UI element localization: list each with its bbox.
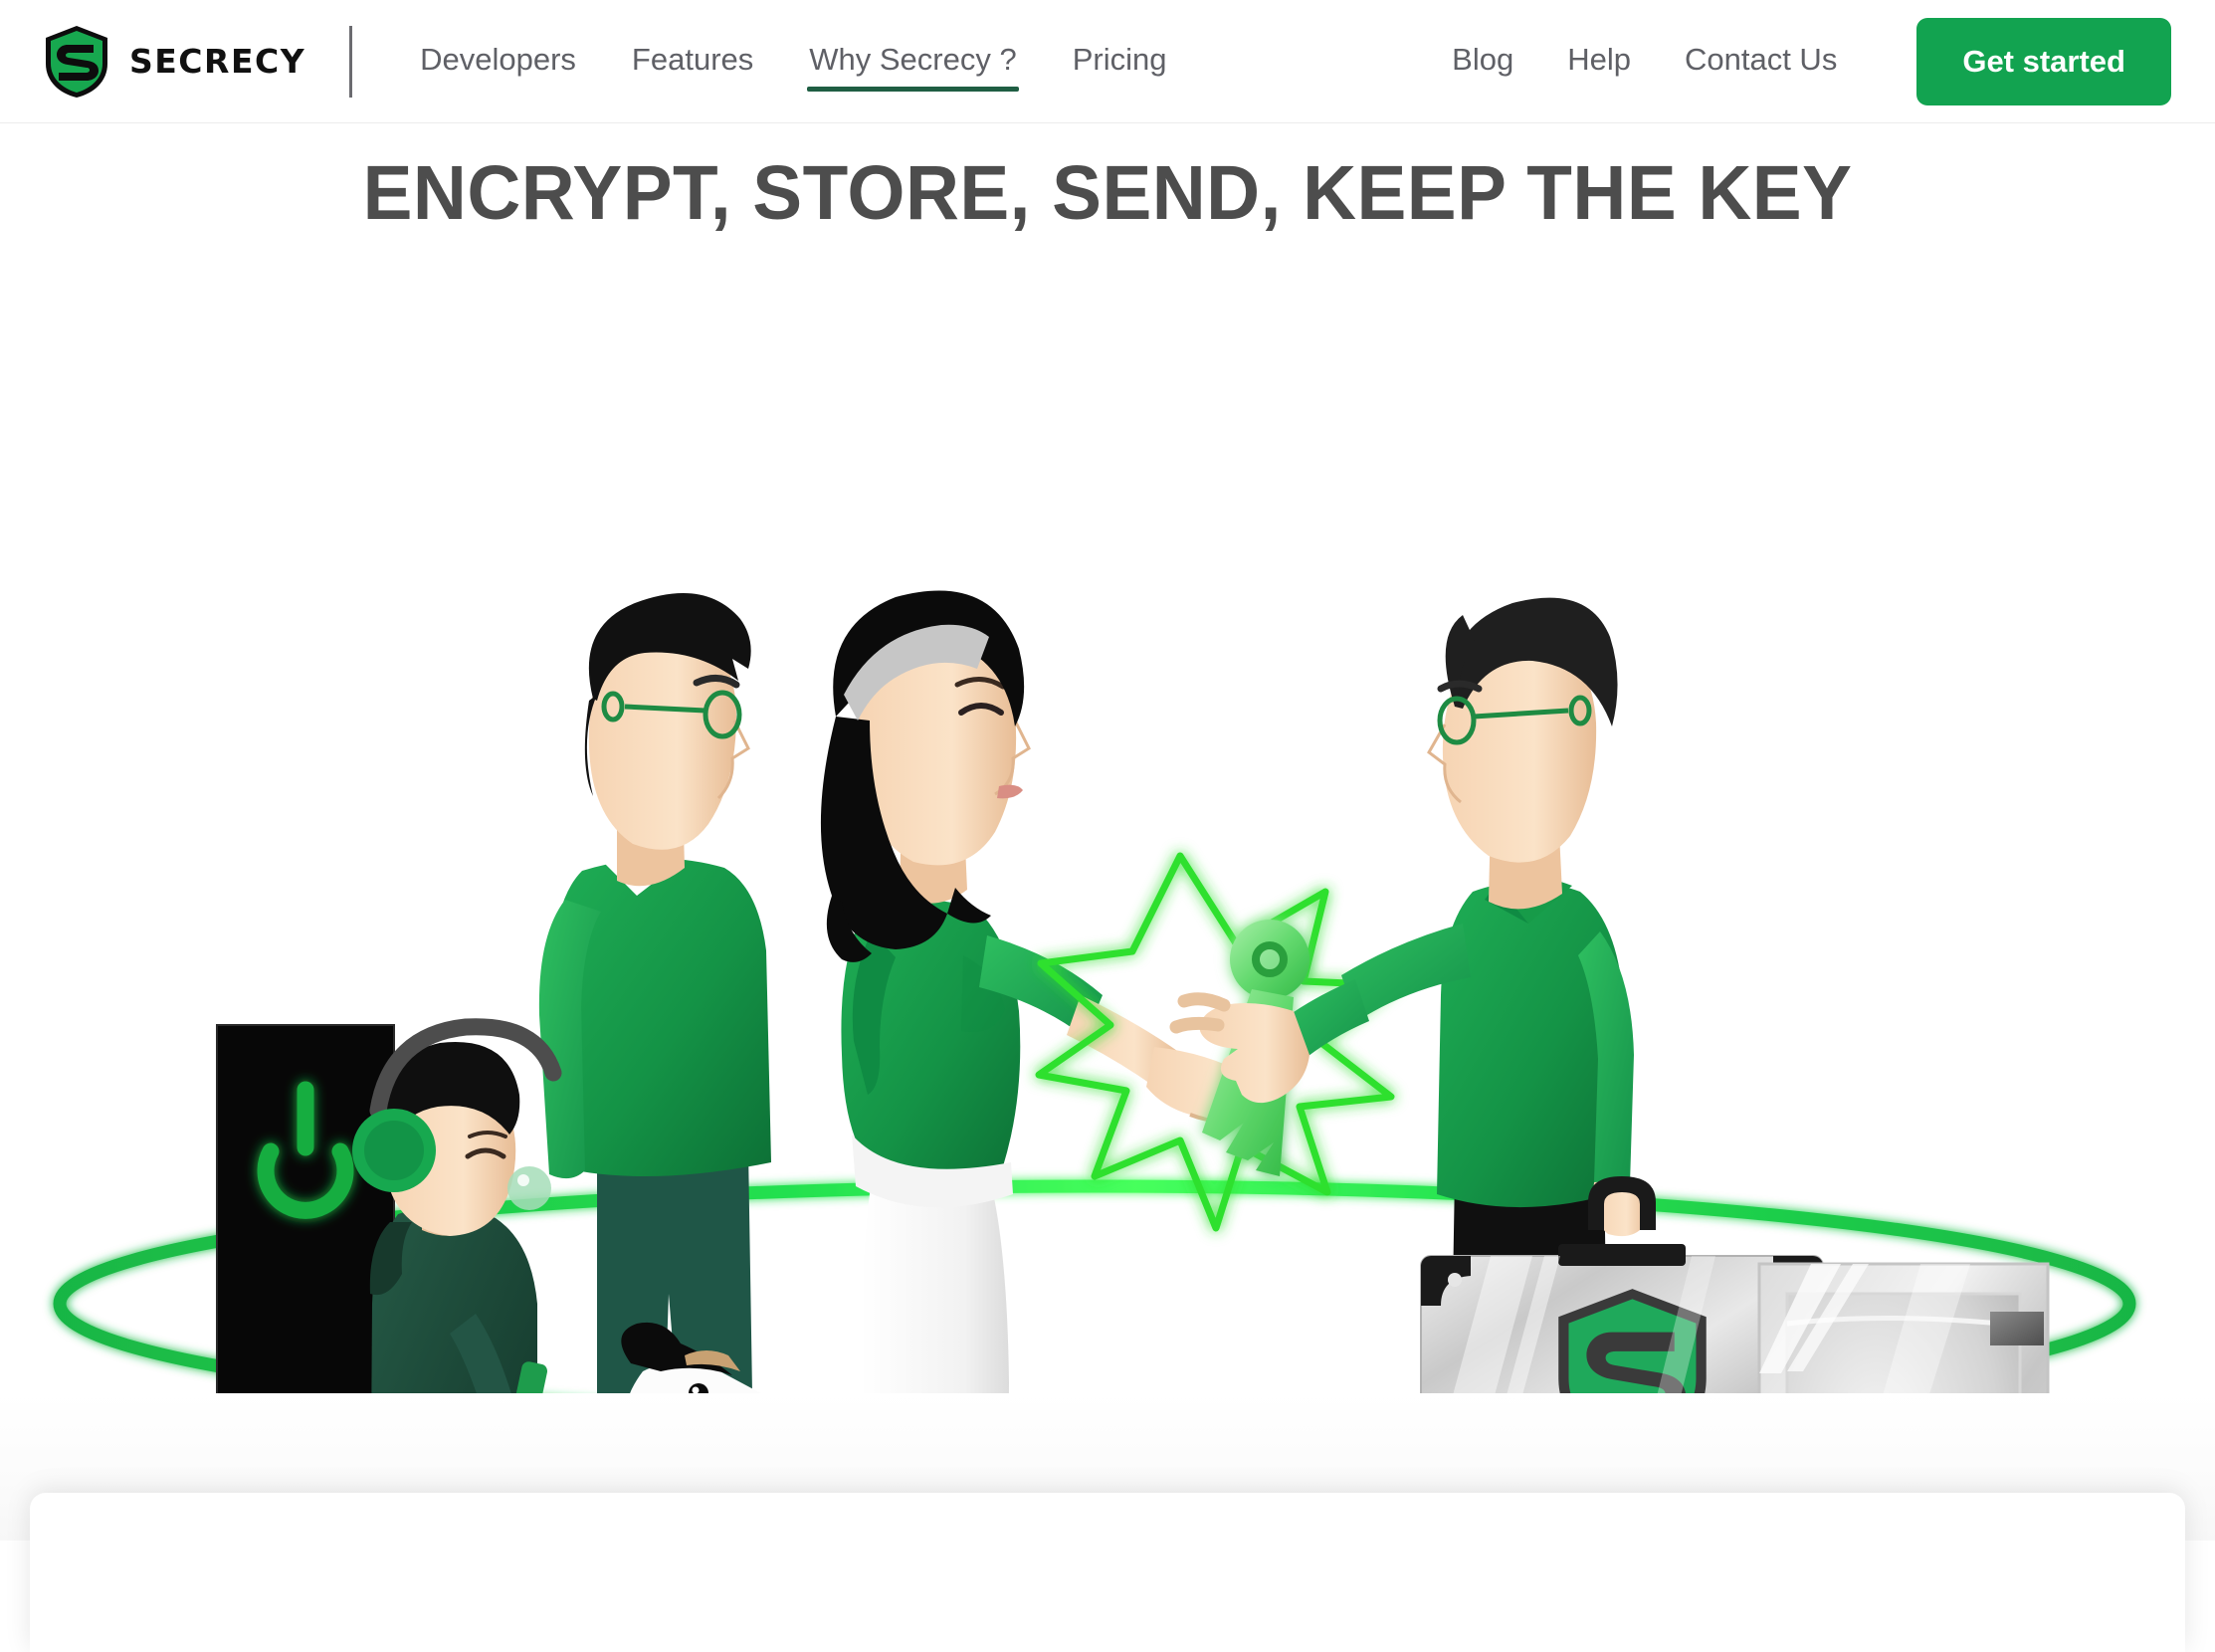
- computer-tower-illustration: [216, 1024, 395, 1423]
- shield-s-logo-icon: [42, 24, 111, 100]
- nav-item-contact-us[interactable]: Contact Us: [1683, 32, 1839, 92]
- man-standing-illustration: [538, 593, 771, 1423]
- nav-item-pricing[interactable]: Pricing: [1071, 32, 1169, 92]
- woman-illustration: [820, 590, 1260, 1423]
- header-divider: [349, 25, 353, 98]
- brand-logo[interactable]: SECRECY: [42, 24, 305, 100]
- top-navigation-bar: SECRECY Developers Features Why Secrecy …: [0, 0, 2215, 123]
- nav-item-help[interactable]: Help: [1565, 32, 1633, 92]
- secondary-nav: Blog Help Contact Us Get started: [1450, 17, 2171, 105]
- next-section-card: [30, 1493, 2185, 1652]
- page-title: ENCRYPT, STORE, SEND, KEEP THE KEY: [362, 150, 1853, 236]
- hero-illustration: [0, 299, 2215, 1423]
- nav-item-features[interactable]: Features: [630, 32, 755, 92]
- nav-item-why-secrecy[interactable]: Why Secrecy ?: [807, 32, 1020, 92]
- primary-nav: Developers Features Why Secrecy ? Pricin…: [418, 32, 1168, 92]
- nav-item-developers[interactable]: Developers: [418, 32, 578, 92]
- brand-wordmark: SECRECY: [129, 42, 306, 81]
- get-started-button[interactable]: Get started: [1916, 17, 2171, 105]
- nav-item-blog[interactable]: Blog: [1450, 32, 1515, 92]
